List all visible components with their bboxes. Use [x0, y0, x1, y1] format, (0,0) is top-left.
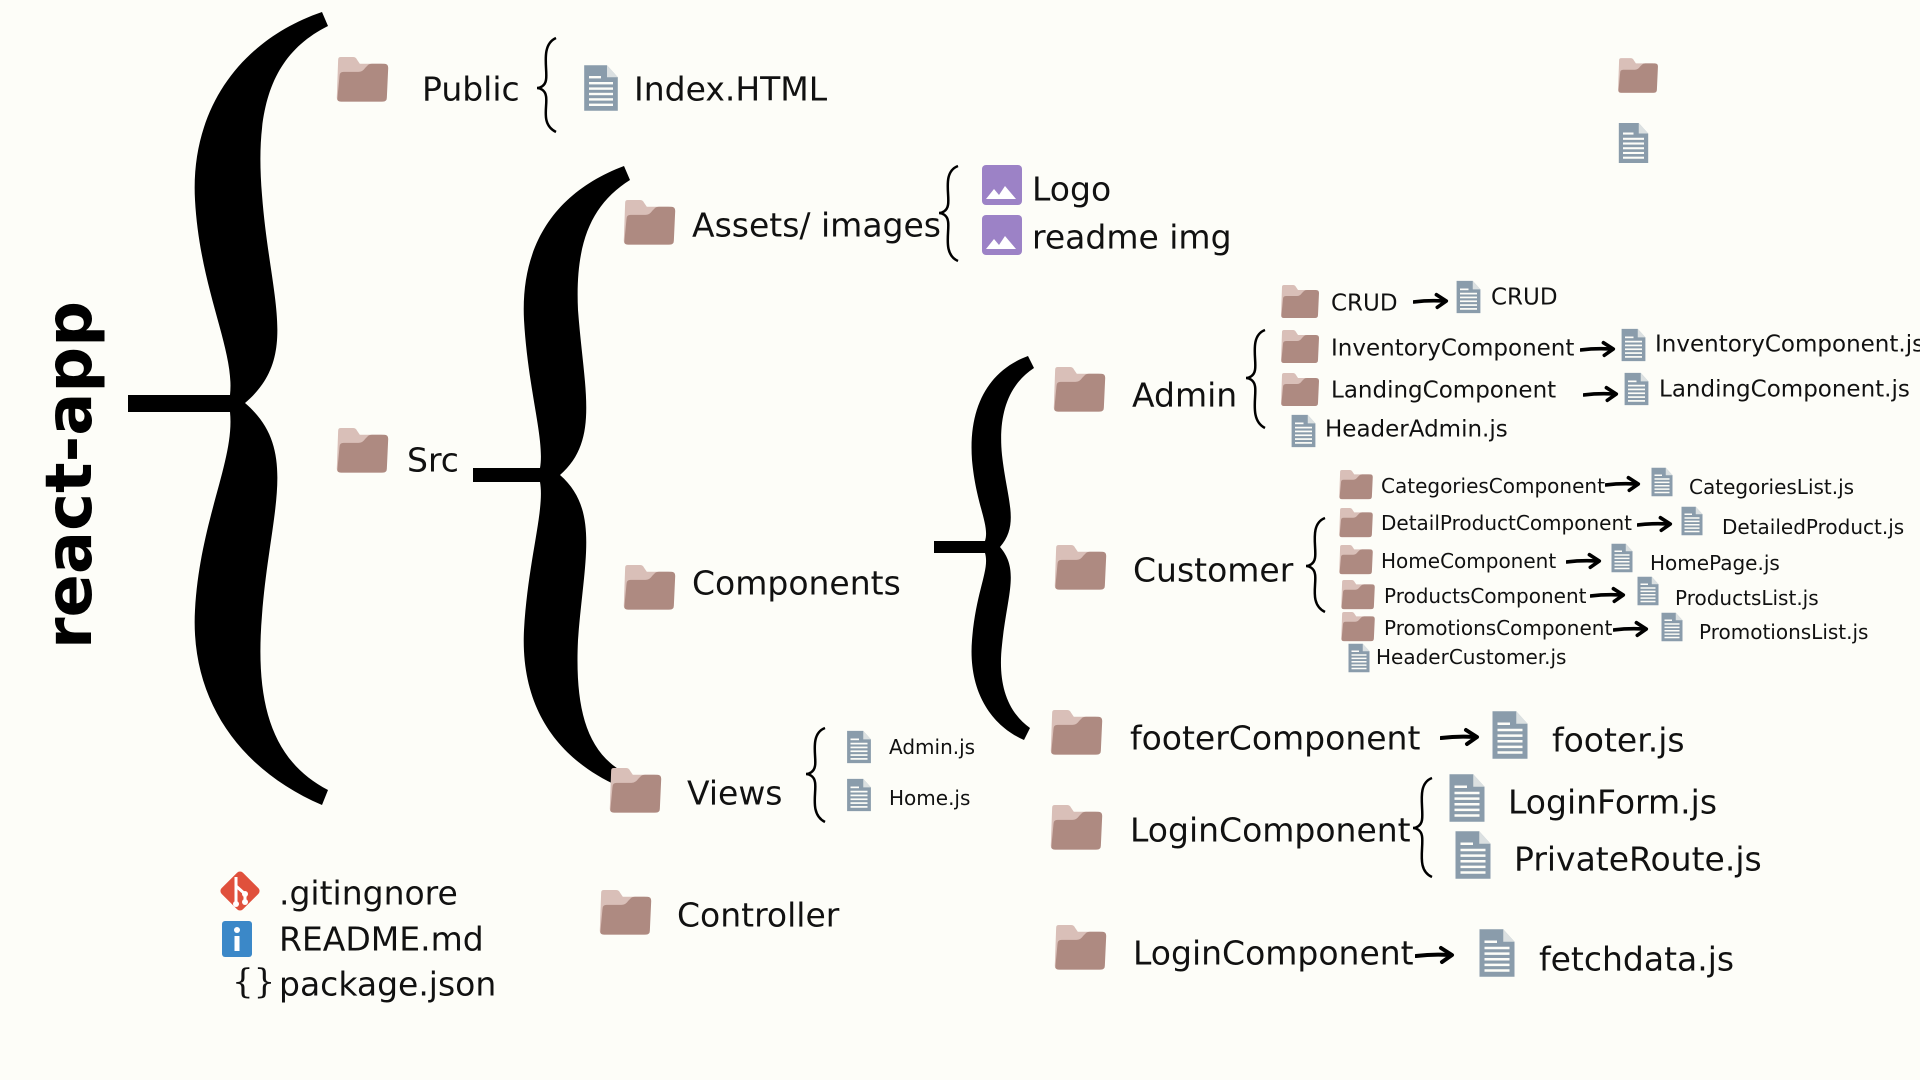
folder-icon: [1280, 285, 1320, 319]
package-json-file[interactable]: package.json: [279, 968, 496, 1001]
readme-md-file[interactable]: README.md: [279, 923, 484, 956]
loginform-file[interactable]: LoginForm.js: [1508, 786, 1717, 819]
footer-js-file[interactable]: footer.js: [1552, 724, 1685, 757]
folder-icon: [335, 428, 390, 474]
arrow-icon: [1637, 515, 1673, 533]
customer-folder-label[interactable]: Customer: [1133, 554, 1293, 587]
folder-icon: [1280, 330, 1320, 364]
header-admin-file[interactable]: HeaderAdmin.js: [1325, 418, 1508, 442]
file-icon: [1623, 372, 1650, 406]
arrow-icon: [1580, 340, 1616, 358]
readme-img-file[interactable]: readme img: [1032, 221, 1232, 254]
folder-icon: [335, 57, 390, 103]
login-folder-label-2[interactable]: LoginComponent: [1133, 937, 1414, 970]
folder-icon: [1340, 612, 1376, 642]
folder-icon: [1338, 508, 1374, 538]
arrow-icon: [1590, 586, 1626, 604]
git-icon: [220, 871, 260, 911]
info-icon: [222, 921, 252, 957]
private-route-file[interactable]: PrivateRoute.js: [1514, 843, 1762, 876]
public-folder-label[interactable]: Public: [422, 73, 520, 106]
home-js-file[interactable]: Home.js: [889, 788, 970, 808]
fetchdata-file[interactable]: fetchdata.js: [1539, 943, 1734, 976]
arrow-icon: [1413, 292, 1449, 310]
views-folder-label[interactable]: Views: [687, 777, 783, 810]
file-icon: [582, 64, 620, 112]
file-icon: [1455, 280, 1482, 314]
file-icon: [1680, 506, 1704, 536]
categories-file[interactable]: CategoriesList.js: [1689, 477, 1854, 497]
crud-file[interactable]: CRUD: [1491, 286, 1558, 310]
header-customer-file[interactable]: HeaderCustomer.js: [1376, 647, 1566, 667]
footer-folder-label[interactable]: footerComponent: [1130, 722, 1420, 755]
components-folder-label[interactable]: Components: [692, 567, 901, 600]
folder-icon: [1049, 710, 1104, 756]
folder-icon: [1280, 373, 1320, 407]
file-icon: [1477, 928, 1517, 978]
inventory-file[interactable]: InventoryComponent.js: [1655, 333, 1920, 357]
folder-icon: [1338, 470, 1374, 500]
folder-icon: [1053, 925, 1108, 971]
image-icon: [982, 215, 1022, 255]
folder-icon: [598, 890, 653, 936]
file-icon: [845, 778, 873, 812]
detailed-product-file[interactable]: DetailedProduct.js: [1722, 517, 1904, 537]
legend-folder-icon: [1617, 58, 1659, 94]
arrow-icon: [1583, 385, 1619, 403]
arrow-icon: [1415, 945, 1455, 965]
file-icon: [1453, 830, 1493, 880]
file-icon: [1347, 643, 1371, 673]
file-icon: [1660, 612, 1684, 642]
assets-folder-label[interactable]: Assets/ images: [692, 209, 941, 242]
controller-folder-label[interactable]: Controller: [677, 899, 839, 932]
landing-file[interactable]: LandingComponent.js: [1659, 378, 1910, 402]
folder-icon: [1340, 580, 1376, 610]
folder-icon: [622, 565, 677, 611]
products-folder-label[interactable]: ProductsComponent: [1384, 586, 1586, 606]
folder-icon: [608, 768, 663, 814]
promotions-list-file[interactable]: PromotionsList.js: [1699, 622, 1868, 642]
arrow-icon: [1605, 475, 1641, 493]
index-html-file[interactable]: Index.HTML: [634, 73, 827, 106]
folder-icon: [1053, 545, 1108, 591]
file-icon: [1620, 328, 1647, 362]
arrow-icon: [1613, 620, 1649, 638]
landing-folder-label[interactable]: LandingComponent: [1331, 379, 1556, 403]
folder-icon: [1338, 545, 1374, 575]
file-icon: [1636, 576, 1660, 606]
inventory-folder-label[interactable]: InventoryComponent: [1331, 337, 1574, 361]
file-icon: [845, 730, 873, 764]
image-icon: [982, 165, 1022, 205]
file-icon: [1447, 773, 1487, 823]
gitignore-file[interactable]: .gitingnore: [279, 877, 458, 910]
legend-file-icon: [1617, 122, 1650, 164]
arrow-icon: [1566, 552, 1602, 570]
src-folder-label[interactable]: Src: [407, 444, 459, 477]
folder-icon: [1052, 367, 1107, 413]
logo-file[interactable]: Logo: [1032, 173, 1111, 206]
admin-js-file[interactable]: Admin.js: [889, 737, 975, 757]
admin-folder-label[interactable]: Admin: [1132, 379, 1237, 412]
categories-folder-label[interactable]: CategoriesComponent: [1381, 476, 1605, 496]
json-braces-icon: {}: [232, 962, 276, 1002]
file-icon: [1650, 467, 1674, 497]
file-icon: [1290, 414, 1317, 448]
home-folder-label[interactable]: HomeComponent: [1381, 551, 1556, 571]
arrow-icon: [1440, 727, 1480, 747]
login-folder-label[interactable]: LoginComponent: [1130, 814, 1411, 847]
crud-folder-label[interactable]: CRUD: [1331, 292, 1398, 316]
file-icon: [1490, 710, 1530, 760]
folder-icon: [622, 200, 677, 246]
homepage-file[interactable]: HomePage.js: [1650, 553, 1780, 573]
folder-icon: [1049, 805, 1104, 851]
products-list-file[interactable]: ProductsList.js: [1675, 588, 1819, 608]
file-icon: [1610, 543, 1634, 573]
promotions-folder-label[interactable]: PromotionsComponent: [1384, 618, 1612, 638]
detail-product-folder-label[interactable]: DetailProductComponent: [1381, 513, 1632, 533]
